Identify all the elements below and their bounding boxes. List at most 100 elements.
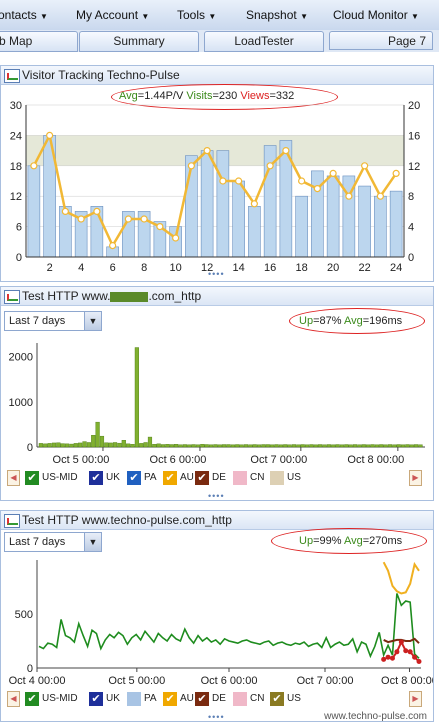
chart-icon: [4, 290, 20, 304]
x-tick-label: 20: [327, 262, 339, 274]
bar: [43, 443, 48, 448]
checkbox-checked-icon[interactable]: ✔: [195, 471, 209, 485]
bar: [235, 444, 240, 448]
bar: [216, 150, 230, 258]
bar: [322, 444, 327, 448]
bar: [261, 444, 266, 448]
bar: [217, 444, 222, 448]
panel-expander[interactable]: ••••: [208, 269, 225, 279]
bar: [392, 444, 397, 448]
bar: [300, 444, 305, 448]
x-tick-label: Oct 6 00:00: [150, 454, 207, 466]
bar: [27, 165, 41, 258]
panel-header: Test HTTP www.techno-pulse.com_http: [1, 511, 433, 530]
bar: [82, 441, 87, 448]
line-point: [219, 177, 227, 185]
line-point: [412, 654, 418, 660]
y-tick-label-left: 0: [16, 252, 22, 264]
line-point: [298, 177, 306, 185]
line-point: [329, 169, 337, 178]
bar: [270, 444, 275, 448]
line-point: [394, 649, 400, 655]
bar: [69, 443, 74, 448]
scroll-right-button[interactable]: ▶: [409, 470, 422, 486]
checkbox-checked-icon[interactable]: ✔: [127, 471, 141, 485]
bar: [178, 444, 183, 448]
menu-tools[interactable]: Tools ▼: [177, 8, 216, 22]
menu-my-account[interactable]: My Account ▼: [76, 8, 149, 22]
bar: [160, 444, 166, 448]
bar: [213, 444, 218, 448]
visitor-tracking-panel: Visitor Tracking Techno-Pulse Avg=1.44P/…: [0, 65, 434, 282]
checkbox-unchecked-icon[interactable]: [233, 692, 247, 706]
scroll-left-button[interactable]: ◀: [7, 470, 20, 486]
bar: [361, 444, 366, 448]
checkbox-checked-icon[interactable]: ✔: [195, 692, 209, 706]
x-tick-label: 2: [47, 262, 53, 274]
legend-label: CN: [250, 693, 265, 704]
y-tick-label-left: 12: [10, 191, 22, 203]
checkbox-unchecked-icon[interactable]: [270, 471, 284, 485]
x-tick-label: Oct 7 00:00: [297, 675, 354, 687]
line-point: [203, 146, 211, 155]
tab-loadtester[interactable]: LoadTester: [204, 31, 324, 52]
bar: [104, 442, 109, 448]
bar: [117, 442, 122, 448]
checkbox-unchecked-icon[interactable]: [233, 471, 247, 485]
scroll-left-button[interactable]: ◀: [7, 691, 20, 707]
bar: [108, 442, 113, 448]
bar: [256, 444, 262, 448]
chevron-down-icon: ▼: [84, 533, 101, 551]
menu-contacts[interactable]: ontacts ▼: [0, 8, 48, 22]
y-tick-label-right: 20: [408, 101, 420, 112]
tab-web-map[interactable]: b Map: [0, 31, 78, 52]
date-range-select[interactable]: Last 7 days ▼: [4, 311, 102, 331]
checkbox-checked-icon[interactable]: ✔: [25, 471, 39, 485]
location-legend: ◀ ✔ US-MID ✔ UK ✔ PA ✔ AU ✔ DE CN US ▶: [7, 470, 429, 488]
bar: [121, 440, 126, 448]
panel-expander[interactable]: ••••: [208, 491, 225, 501]
line-point: [407, 649, 413, 655]
panel-header: Test HTTP www. .com_http: [1, 287, 433, 306]
line-point: [140, 215, 148, 223]
checkbox-checked-icon[interactable]: ✔: [25, 692, 39, 706]
tab-summary[interactable]: Summary: [79, 31, 199, 52]
panel-expander[interactable]: ••••: [208, 712, 225, 722]
checkbox-checked-icon[interactable]: ✔: [89, 471, 103, 485]
checkbox-checked-icon[interactable]: ✔: [163, 471, 177, 485]
line-point: [30, 162, 38, 170]
legend-label: PA: [144, 472, 157, 483]
y-tick-label-left: 18: [10, 161, 22, 173]
menu-snapshot[interactable]: Snapshot ▼: [246, 8, 308, 22]
bar: [200, 444, 205, 448]
bar: [252, 444, 257, 448]
legend-label: UK: [106, 472, 120, 483]
scroll-right-button[interactable]: ▶: [409, 691, 422, 707]
bar: [370, 444, 375, 448]
tab-page-7[interactable]: Page 7: [329, 31, 433, 50]
legend-label: US-MID: [42, 472, 78, 483]
bar: [405, 444, 410, 448]
legend-label: CN: [250, 472, 265, 483]
x-tick-label: 16: [264, 262, 276, 274]
http-test-panel-1: Test HTTP www. .com_http Last 7 days ▼ Up=…: [0, 286, 434, 501]
line-point: [416, 659, 422, 665]
checkbox-unchecked-icon[interactable]: [127, 692, 141, 706]
bar: [239, 444, 244, 448]
bar: [387, 444, 393, 448]
x-tick-label: 18: [296, 262, 308, 274]
location-legend: ◀ ✔ US-MID ✔ UK PA ✔ AU ✔ DE CN ✔ US ▶: [7, 691, 429, 709]
bar: [295, 195, 308, 258]
panel-title: Test HTTP www.techno-pulse.com_http: [22, 513, 232, 527]
bar: [47, 443, 52, 448]
checkbox-checked-icon[interactable]: ✔: [163, 692, 177, 706]
bar: [374, 195, 387, 258]
checkbox-checked-icon[interactable]: ✔: [89, 692, 103, 706]
menu-cloud-monitor[interactable]: Cloud Monitor ▼: [333, 8, 419, 22]
x-tick-label: Oct 5 00:00: [53, 454, 110, 466]
x-tick-label: 4: [78, 262, 84, 274]
bar: [396, 444, 401, 448]
checkbox-checked-icon[interactable]: ✔: [270, 692, 284, 706]
date-range-select[interactable]: Last 7 days ▼: [4, 532, 102, 552]
bar: [326, 444, 331, 448]
